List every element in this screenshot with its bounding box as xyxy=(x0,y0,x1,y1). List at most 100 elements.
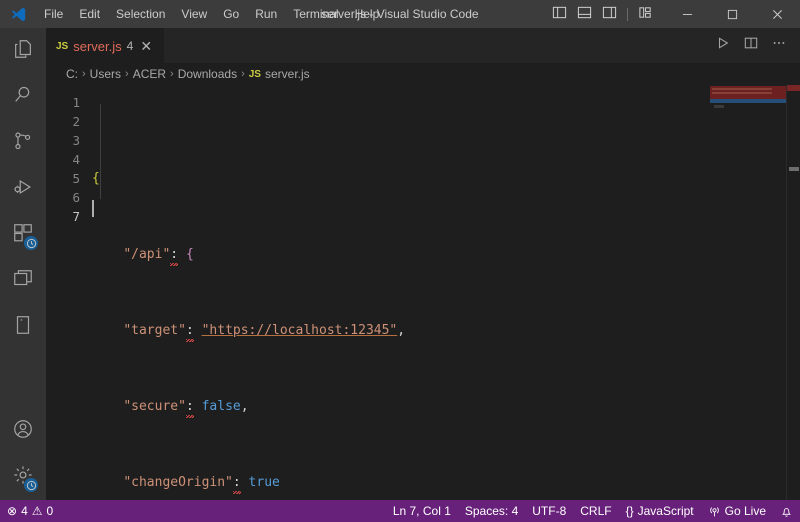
run-code-button[interactable] xyxy=(710,31,736,61)
account-icon xyxy=(12,418,34,445)
activitybar-item-run-and-debug[interactable] xyxy=(0,166,46,212)
braces-icon: {} xyxy=(626,504,634,518)
breadcrumb-item-users[interactable]: Users xyxy=(90,67,121,81)
token-colon-error: : xyxy=(186,397,194,416)
status-notifications[interactable] xyxy=(773,500,800,522)
line-number: 5 xyxy=(46,169,80,188)
token-key: "secure" xyxy=(123,399,186,414)
menu-run[interactable]: Run xyxy=(247,3,285,25)
menu-help[interactable]: Help xyxy=(347,3,388,25)
menu-file[interactable]: File xyxy=(36,3,71,25)
window-minimize-button[interactable] xyxy=(665,0,710,28)
token-key: "changeOrigin" xyxy=(123,475,233,490)
code-line-2: "/api": { xyxy=(92,245,702,264)
code-editor[interactable]: 1 2 3 4 5 6 7 { "/api": { "target": "htt… xyxy=(46,85,800,500)
settings-pending-badge xyxy=(24,478,38,492)
toggle-panel-icon[interactable] xyxy=(577,5,592,23)
close-icon[interactable]: ✕ xyxy=(138,39,154,53)
status-indentation[interactable]: Spaces: 4 xyxy=(458,500,525,522)
code-line-3: "target": "https://localhost:12345", xyxy=(92,321,702,340)
menu-edit[interactable]: Edit xyxy=(71,3,108,25)
split-editor-right-button[interactable] xyxy=(738,31,764,61)
line-number: 4 xyxy=(46,150,80,169)
more-actions-button[interactable] xyxy=(766,31,792,61)
activitybar-item-explorer[interactable] xyxy=(0,28,46,74)
tab-bar: JS server.js 4 ✕ xyxy=(46,28,800,63)
minimap-selection-highlight xyxy=(710,99,786,103)
minimap-line-tick xyxy=(714,105,724,108)
status-language-mode[interactable]: {} JavaScript xyxy=(619,500,701,522)
toggle-secondary-sidebar-icon[interactable] xyxy=(602,5,617,23)
breadcrumb-item-file[interactable]: server.js xyxy=(265,67,310,81)
status-problems[interactable]: ⊗ 4 ⚠ 0 xyxy=(0,500,60,522)
vertical-scrollbar[interactable] xyxy=(786,85,800,500)
token-colon-error: : xyxy=(233,473,241,492)
code-line-1: { xyxy=(92,169,702,188)
token-comma: , xyxy=(241,399,249,414)
js-file-icon: JS xyxy=(249,69,261,80)
minimap[interactable] xyxy=(702,85,786,500)
line-number: 1 xyxy=(46,93,80,112)
menu-bar[interactable]: File Edit Selection View Go Run Terminal… xyxy=(36,3,387,25)
chevron-right-icon: › xyxy=(170,68,174,80)
error-count: 4 xyxy=(21,504,28,518)
go-live-label: Go Live xyxy=(725,504,766,518)
minimap-text-preview xyxy=(712,88,772,96)
token-key: "target" xyxy=(123,323,186,338)
activitybar-item-test-explorer[interactable] xyxy=(0,304,46,350)
token-key: "/api" xyxy=(123,247,170,262)
warning-icon: ⚠ xyxy=(32,504,43,518)
titlebar-divider xyxy=(627,8,628,21)
code-line-4: "secure": false, xyxy=(92,397,702,416)
js-file-icon: JS xyxy=(56,41,68,52)
window-maximize-button[interactable] xyxy=(710,0,755,28)
menu-selection[interactable]: Selection xyxy=(108,3,173,25)
activitybar-item-settings[interactable] xyxy=(0,454,46,500)
remote-explorer-icon xyxy=(12,268,34,295)
breadcrumb-item-acer[interactable]: ACER xyxy=(133,67,166,81)
chevron-right-icon: › xyxy=(241,68,245,80)
bell-icon xyxy=(780,505,793,518)
status-go-live[interactable]: Go Live xyxy=(701,500,773,522)
activity-bar xyxy=(0,28,46,500)
chevron-right-icon: › xyxy=(82,68,86,80)
activitybar-item-search[interactable] xyxy=(0,74,46,120)
split-editor-icon xyxy=(744,36,758,55)
token-comma: , xyxy=(397,323,405,338)
ellipsis-icon xyxy=(772,36,786,55)
status-encoding[interactable]: UTF-8 xyxy=(525,500,573,522)
menu-view[interactable]: View xyxy=(173,3,215,25)
menu-go[interactable]: Go xyxy=(215,3,247,25)
tab-label: server.js xyxy=(73,39,121,54)
menu-terminal[interactable]: Terminal xyxy=(285,3,346,25)
line-number-gutter: 1 2 3 4 5 6 7 xyxy=(46,85,92,500)
extensions-pending-badge xyxy=(24,236,38,250)
code-content[interactable]: { "/api": { "target": "https://localhost… xyxy=(92,85,702,500)
tab-server-js[interactable]: JS server.js 4 ✕ xyxy=(46,28,165,63)
status-eol[interactable]: CRLF xyxy=(573,500,618,522)
status-editor-position[interactable]: Ln 7, Col 1 xyxy=(386,500,458,522)
run-debug-icon xyxy=(12,176,34,203)
activitybar-item-accounts[interactable] xyxy=(0,408,46,454)
breadcrumb: C: › Users › ACER › Downloads › JS serve… xyxy=(46,63,800,85)
toggle-primary-sidebar-icon[interactable] xyxy=(552,5,567,23)
activitybar-item-extensions[interactable] xyxy=(0,212,46,258)
token-brace: { xyxy=(92,171,100,186)
line-number-active: 7 xyxy=(46,207,80,226)
play-icon xyxy=(716,36,730,55)
files-icon xyxy=(12,38,34,65)
scrollbar-slider[interactable] xyxy=(789,167,799,171)
warning-count: 0 xyxy=(47,504,54,518)
customize-layout-icon[interactable] xyxy=(638,5,653,23)
token-colon-error: : xyxy=(186,321,194,340)
code-line-5: "changeOrigin": true xyxy=(92,473,702,492)
tab-problem-count: 4 xyxy=(127,39,134,53)
breadcrumb-item-downloads[interactable]: Downloads xyxy=(178,67,237,81)
scrollbar-error-marker xyxy=(787,85,800,91)
window-close-button[interactable] xyxy=(755,0,800,28)
activitybar-item-remote-explorer[interactable] xyxy=(0,258,46,304)
vscode-logo-icon xyxy=(0,6,36,23)
breadcrumb-item-drive[interactable]: C: xyxy=(66,67,78,81)
activitybar-item-source-control[interactable] xyxy=(0,120,46,166)
token-string-url[interactable]: "https://localhost:12345" xyxy=(202,323,398,338)
